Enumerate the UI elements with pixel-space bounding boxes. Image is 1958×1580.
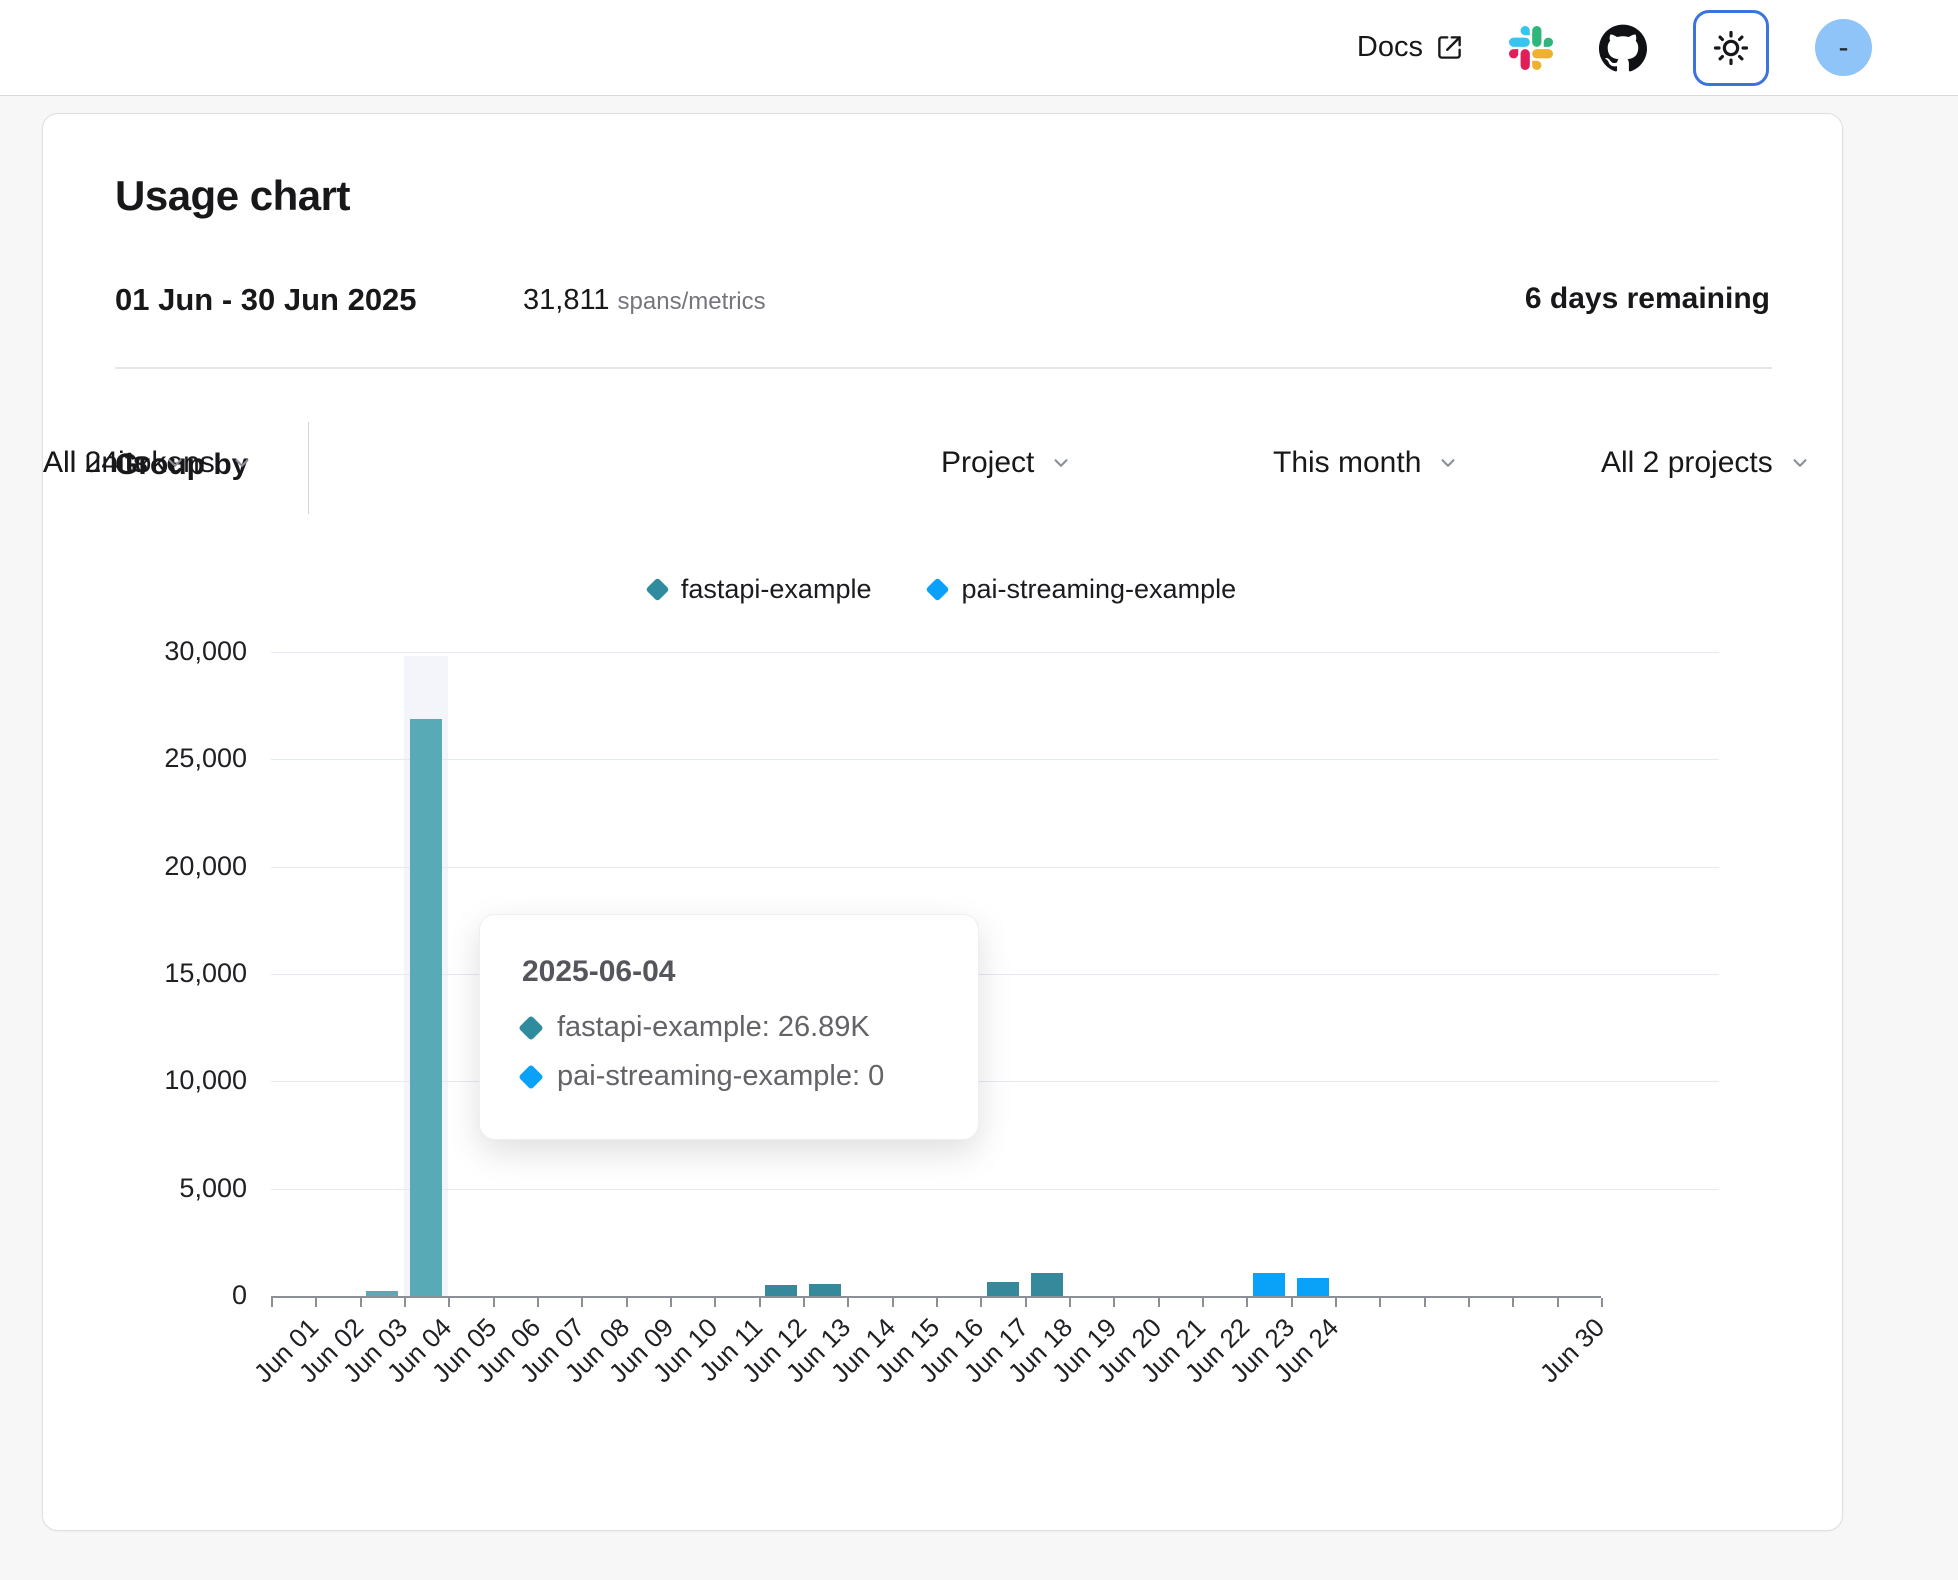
x-axis-tick (448, 1298, 450, 1307)
x-axis-tick (803, 1298, 805, 1307)
x-axis-tick (537, 1298, 539, 1307)
docs-link-label: Docs (1357, 31, 1423, 64)
chart-tooltip: 2025-06-04 fastapi-example: 26.89K pai-st… (479, 914, 979, 1140)
x-axis-tick (936, 1298, 938, 1307)
x-axis-tick (1202, 1298, 1204, 1307)
y-axis-tick-label: 25,000 (97, 743, 247, 774)
x-axis-tick (1113, 1298, 1115, 1307)
x-axis-tick (1468, 1298, 1470, 1307)
x-axis-label-Jun-30: Jun 30 (1534, 1312, 1611, 1389)
x-axis-tick (404, 1298, 406, 1307)
x-axis-tick (759, 1298, 761, 1307)
bar-fastapi-example-Jun-12[interactable] (765, 1285, 797, 1296)
x-axis-tick (1069, 1298, 1071, 1307)
y-axis-tick-label: 15,000 (97, 958, 247, 989)
y-axis-tick-label: 10,000 (97, 1065, 247, 1096)
y-axis-tick-label: 0 (97, 1280, 247, 1311)
x-axis-tick (670, 1298, 672, 1307)
x-axis-tick (1379, 1298, 1381, 1307)
bar-pai-streaming-example-Jun-23[interactable] (1253, 1273, 1285, 1296)
avatar-label: - (1839, 31, 1849, 65)
tooltip-date: 2025-06-04 (522, 955, 936, 989)
x-axis-tick (1335, 1298, 1337, 1307)
bar-fastapi-example-Jun-18[interactable] (1031, 1273, 1063, 1296)
x-axis-tick (1291, 1298, 1293, 1307)
tooltip-series-value: fastapi-example: 26.89K (557, 1011, 870, 1044)
x-axis-tick (980, 1298, 982, 1307)
external-link-icon (1436, 34, 1463, 61)
x-axis-tick (315, 1298, 317, 1307)
x-axis-tick (581, 1298, 583, 1307)
bar-pai-streaming-example-Jun-24[interactable] (1297, 1278, 1329, 1296)
x-axis-tick (626, 1298, 628, 1307)
tooltip-row: pai-streaming-example: 0 (522, 1060, 936, 1093)
gridline-y-30000 (271, 652, 1719, 653)
x-axis-tick (714, 1298, 716, 1307)
x-axis-tick (1601, 1298, 1603, 1307)
usage-bar-chart: 0 5,000 10,000 15,000 20,000 25,000 30,000 Jun … (43, 114, 1842, 1530)
x-axis-tick (1557, 1298, 1559, 1307)
sun-icon (1712, 29, 1750, 67)
tooltip-series-value: pai-streaming-example: 0 (557, 1060, 884, 1093)
github-icon[interactable] (1599, 24, 1647, 72)
avatar[interactable]: - (1815, 19, 1872, 76)
tooltip-diamond-icon (518, 1064, 543, 1089)
gridline-y-20000 (271, 867, 1719, 868)
bar-fastapi-example-Jun-13[interactable] (809, 1284, 841, 1296)
x-axis-tick (271, 1298, 273, 1307)
gridline-y-25000 (271, 759, 1719, 760)
slack-icon[interactable] (1509, 26, 1553, 70)
tooltip-row: fastapi-example: 26.89K (522, 1011, 936, 1044)
x-axis-tick (493, 1298, 495, 1307)
x-axis-tick (892, 1298, 894, 1307)
x-axis-tick (1512, 1298, 1514, 1307)
x-axis-tick (1025, 1298, 1027, 1307)
bar-fastapi-example-Jun-17[interactable] (987, 1282, 1019, 1296)
theme-toggle-button[interactable] (1693, 10, 1769, 86)
docs-link[interactable]: Docs (1357, 31, 1463, 64)
x-axis-tick (1424, 1298, 1426, 1307)
x-axis-tick (360, 1298, 362, 1307)
y-axis-tick-label: 5,000 (97, 1173, 247, 1204)
x-axis-tick (1246, 1298, 1248, 1307)
gridline-y-5000 (271, 1189, 1719, 1190)
x-axis-tick (1158, 1298, 1160, 1307)
x-axis-tick (847, 1298, 849, 1307)
top-bar: Docs (0, 0, 1958, 96)
y-axis-tick-label: 30,000 (97, 636, 247, 667)
tooltip-diamond-icon (518, 1015, 543, 1040)
usage-card: Usage chart 01 Jun - 30 Jun 2025 31,811s… (42, 113, 1843, 1531)
bar-fastapi-example-Jun-04[interactable] (410, 719, 442, 1296)
y-axis-tick-label: 20,000 (97, 851, 247, 882)
